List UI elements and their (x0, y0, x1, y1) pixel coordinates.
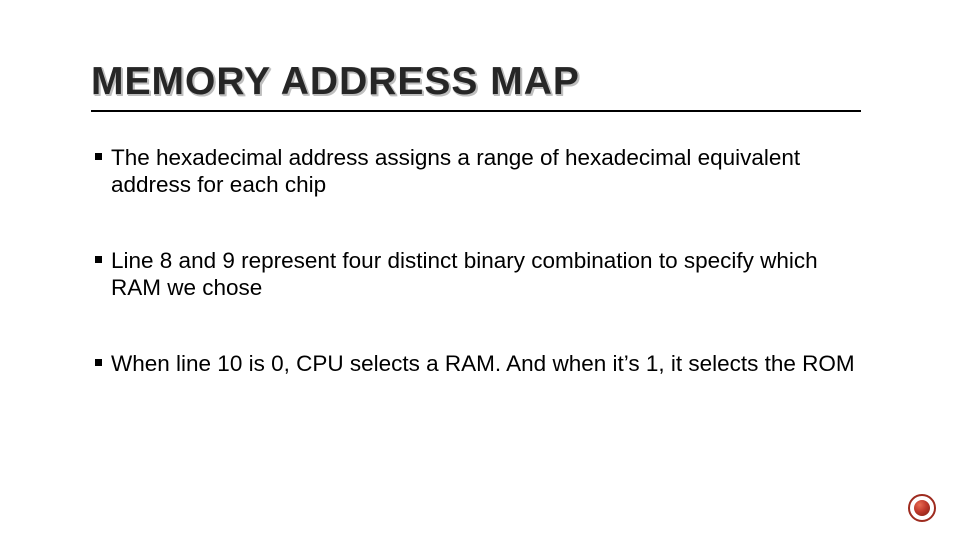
list-item: Line 8 and 9 represent four distinct bin… (95, 247, 865, 302)
badge-dot (914, 500, 930, 516)
slide-title: MEMORY ADDRESS MAP (91, 60, 865, 104)
bullet-list: The hexadecimal address assigns a range … (95, 144, 865, 377)
list-item: The hexadecimal address assigns a range … (95, 144, 865, 199)
decorative-badge-icon (908, 494, 936, 522)
slide: MEMORY ADDRESS MAP The hexadecimal addre… (0, 0, 960, 540)
list-item: When line 10 is 0, CPU selects a RAM. An… (95, 350, 865, 377)
title-underline (91, 110, 861, 112)
